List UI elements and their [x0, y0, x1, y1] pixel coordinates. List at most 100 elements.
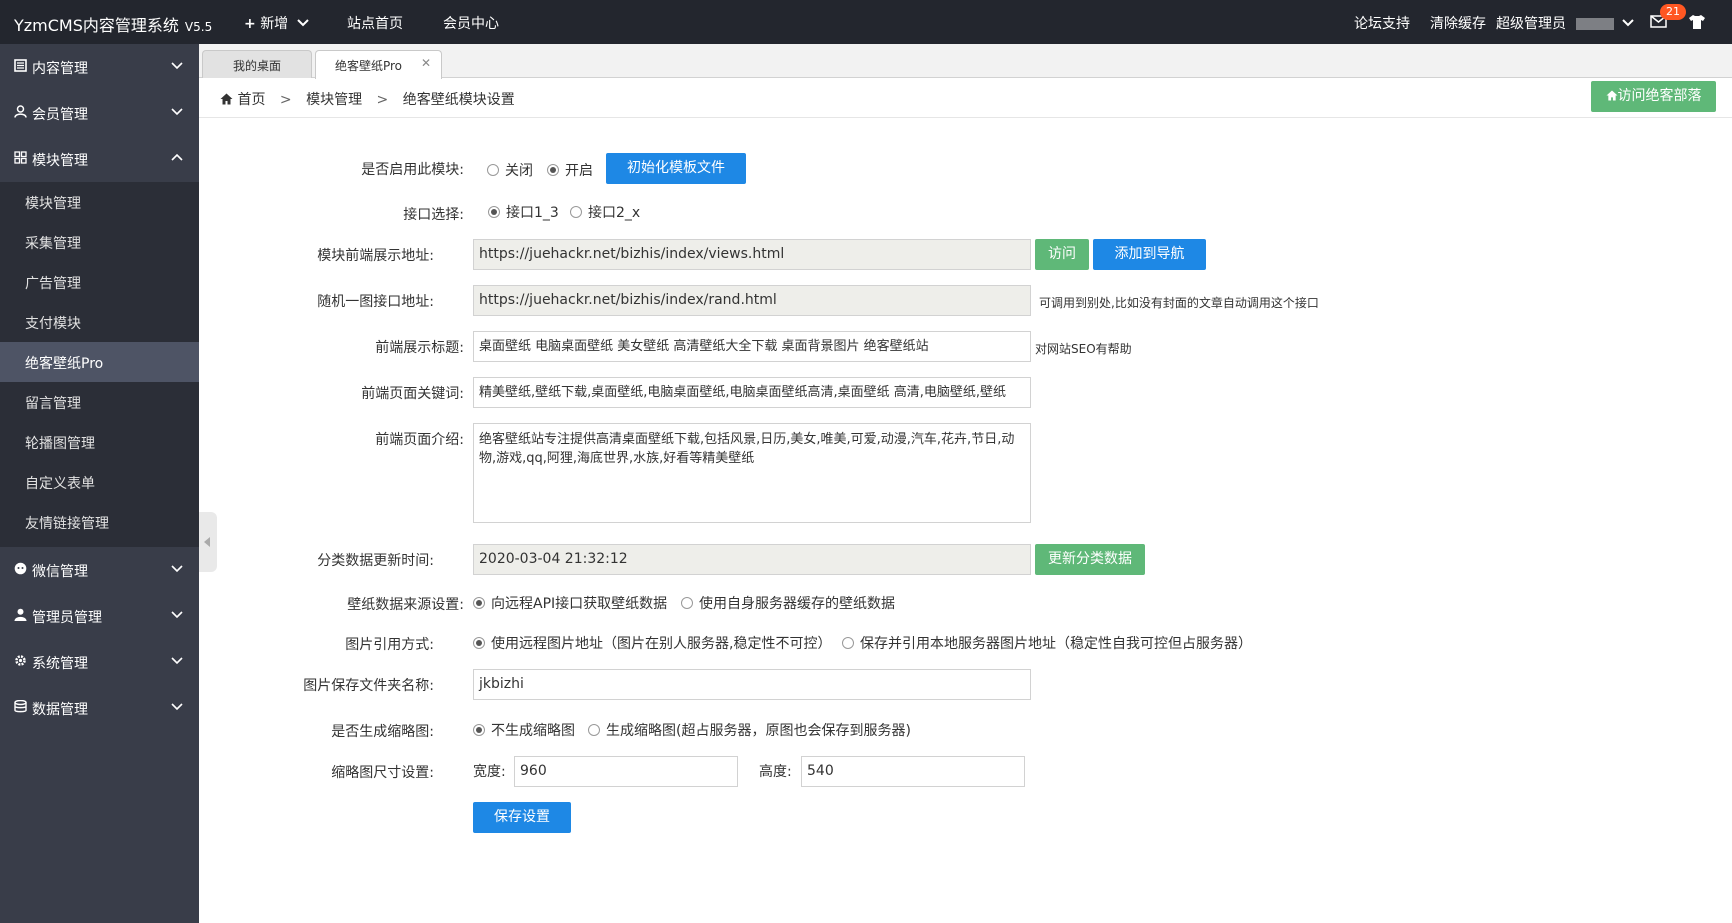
api-label: 接口选择:	[403, 207, 464, 223]
keywords-field[interactable]: 精美壁纸,壁纸下载,桌面壁纸,电脑桌面壁纸,电脑桌面壁纸高清,桌面壁纸 高清,电…	[473, 377, 1031, 408]
radio-circle	[588, 724, 600, 736]
sidebar-item-label: 绝客壁纸Pro	[25, 356, 104, 372]
sidebar-group-wechat[interactable]: 微信管理	[0, 547, 199, 593]
sidebar-group-data[interactable]: 数据管理	[0, 685, 199, 731]
chevron-down-icon	[296, 19, 309, 27]
sidebar-item-label: 采集管理	[25, 236, 81, 252]
keywords-label: 前端页面关键词:	[361, 386, 464, 402]
sidebar-item-label: 留言管理	[25, 396, 81, 412]
thumb-generate-radio[interactable]: 生成缩略图(超占服务器，原图也会保存到服务器)	[588, 720, 911, 740]
sidebar-item-ads[interactable]: 广告管理	[0, 262, 199, 302]
sidebar-item-collect[interactable]: 采集管理	[0, 222, 199, 262]
thumb-label: 是否生成缩略图:	[331, 724, 434, 740]
sidebar-item-label: 自定义表单	[25, 476, 95, 492]
add-to-nav-button[interactable]: 添加到导航	[1093, 239, 1206, 270]
radio-circle	[487, 164, 499, 176]
image-ref-remote-radio[interactable]: 使用远程图片地址（图片在别人服务器,稳定性不可控）	[473, 633, 831, 653]
sidebar: 内容管理 会员管理 模块管理 模块管理 采集管理 广告管理 支付模块 绝客壁纸P…	[0, 44, 199, 923]
update-time-field[interactable]: 2020-03-04 21:32:12	[473, 544, 1031, 575]
width-label: 宽度:	[473, 764, 506, 780]
sidebar-item-guestbook[interactable]: 留言管理	[0, 382, 199, 422]
admin-menu[interactable]: 超级管理员	[1496, 13, 1635, 33]
sidebar-item-wallpaper-pro[interactable]: 绝客壁纸Pro	[0, 342, 199, 382]
tab-label: 绝客壁纸Pro	[334, 59, 403, 73]
clear-cache-link[interactable]: 清除缓存	[1430, 13, 1486, 33]
theme-shirt-icon[interactable]	[1688, 14, 1706, 30]
rand-url-field[interactable]: https://juehackr.net/bizhis/index/rand.h…	[473, 285, 1031, 316]
description-label: 前端页面介绍:	[375, 432, 464, 448]
sidebar-item-custom-form[interactable]: 自定义表单	[0, 462, 199, 502]
tab-my-desktop[interactable]: 我的桌面	[202, 50, 312, 78]
nav-member-center[interactable]: 会员中心	[443, 13, 499, 33]
user-icon	[14, 105, 27, 118]
radio-label: 接口2_x	[588, 205, 641, 221]
chevron-down-icon	[171, 657, 183, 665]
chevron-down-icon	[171, 108, 183, 116]
enable-off-radio[interactable]: 关闭	[487, 160, 533, 180]
radio-label: 接口1_3	[506, 205, 559, 221]
admin-label: 超级管理员	[1496, 16, 1566, 32]
brand-name: YzmCMS内容管理系统	[14, 16, 179, 35]
sidebar-item-label: 广告管理	[25, 276, 81, 292]
sidebar-group-system[interactable]: 系统管理	[0, 639, 199, 685]
sidebar-item-module-manage[interactable]: 模块管理	[0, 182, 199, 222]
wechat-icon	[14, 562, 27, 575]
visit-juehackr-button[interactable]: 访问绝客部落	[1591, 81, 1716, 112]
title-field[interactable]: 桌面壁纸 电脑桌面壁纸 美女壁纸 高清壁纸大全下载 桌面背景图片 绝客壁纸站	[473, 331, 1031, 362]
tab-label: 我的桌面	[232, 59, 281, 73]
sidebar-group-member[interactable]: 会员管理	[0, 90, 199, 136]
nav-new-menu[interactable]: + 新增	[244, 13, 309, 33]
sidebar-item-payment[interactable]: 支付模块	[0, 302, 199, 342]
nav-new-label: 新增	[260, 16, 289, 32]
chevron-down-icon	[171, 703, 183, 711]
front-url-visit-button[interactable]: 访问	[1035, 239, 1089, 270]
brand[interactable]: YzmCMS内容管理系统 V5.5	[14, 12, 212, 36]
enable-label: 是否启用此模块:	[361, 162, 464, 178]
sidebar-group-label: 数据管理	[32, 702, 88, 718]
plus-icon: +	[244, 16, 256, 32]
tab-wallpaper-pro[interactable]: 绝客壁纸Pro ✕	[315, 50, 442, 79]
close-icon[interactable]: ✕	[421, 56, 431, 70]
sidebar-group-content[interactable]: 内容管理	[0, 44, 199, 90]
admin-icon	[14, 608, 27, 621]
image-ref-local-radio[interactable]: 保存并引用本地服务器图片地址（稳定性自我可控但占服务器）	[842, 633, 1252, 653]
breadcrumb-module[interactable]: 模块管理	[306, 92, 362, 108]
sidebar-item-label: 模块管理	[25, 196, 81, 212]
sidebar-item-friend-links[interactable]: 友情链接管理	[0, 502, 199, 542]
nav-site-home[interactable]: 站点首页	[347, 13, 403, 33]
api-option-2-radio[interactable]: 接口2_x	[570, 202, 640, 222]
document-icon	[14, 59, 27, 72]
height-label: 高度:	[759, 764, 792, 780]
source-local-radio[interactable]: 使用自身服务器缓存的壁纸数据	[681, 593, 895, 613]
enable-on-radio[interactable]: 开启	[547, 160, 593, 180]
folder-label: 图片保存文件夹名称:	[303, 678, 434, 694]
breadcrumb-home[interactable]: 首页	[237, 92, 265, 108]
save-button[interactable]: 保存设置	[473, 802, 571, 833]
sidebar-group-label: 管理员管理	[32, 610, 102, 626]
sidebar-group-admin[interactable]: 管理员管理	[0, 593, 199, 639]
front-url-label: 模块前端展示地址:	[317, 248, 434, 264]
thumb-none-radio[interactable]: 不生成缩略图	[473, 720, 575, 740]
thumb-width-field[interactable]: 960	[514, 756, 738, 787]
username-redacted	[1576, 18, 1614, 30]
api-option-1-radio[interactable]: 接口1_3	[488, 202, 559, 222]
grid-icon	[14, 151, 27, 164]
init-template-button[interactable]: 初始化模板文件	[606, 153, 746, 184]
sidebar-item-label: 轮播图管理	[25, 436, 95, 452]
update-category-button[interactable]: 更新分类数据	[1035, 544, 1145, 575]
radio-label: 使用自身服务器缓存的壁纸数据	[699, 596, 895, 612]
front-url-field[interactable]: https://juehackr.net/bizhis/index/views.…	[473, 239, 1031, 270]
radio-circle	[488, 206, 500, 218]
description-textarea[interactable]: 绝客壁纸站专注提供高清桌面壁纸下载,包括风景,日历,美女,唯美,可爱,动漫,汽车…	[473, 423, 1031, 523]
folder-field[interactable]: jkbizhi	[473, 669, 1031, 700]
forum-link[interactable]: 论坛支持	[1354, 13, 1410, 33]
sidebar-group-module[interactable]: 模块管理	[0, 136, 199, 182]
sidebar-item-carousel[interactable]: 轮播图管理	[0, 422, 199, 462]
source-remote-radio[interactable]: 向远程API接口获取壁纸数据	[473, 593, 667, 613]
thumb-height-field[interactable]: 540	[801, 756, 1025, 787]
sidebar-group-label: 微信管理	[32, 564, 88, 580]
breadcrumb-current: 绝客壁纸模块设置	[402, 92, 515, 108]
chevron-down-icon	[171, 565, 183, 573]
thumb-size-label: 缩略图尺寸设置:	[331, 765, 434, 781]
chevron-down-icon	[1622, 19, 1635, 27]
